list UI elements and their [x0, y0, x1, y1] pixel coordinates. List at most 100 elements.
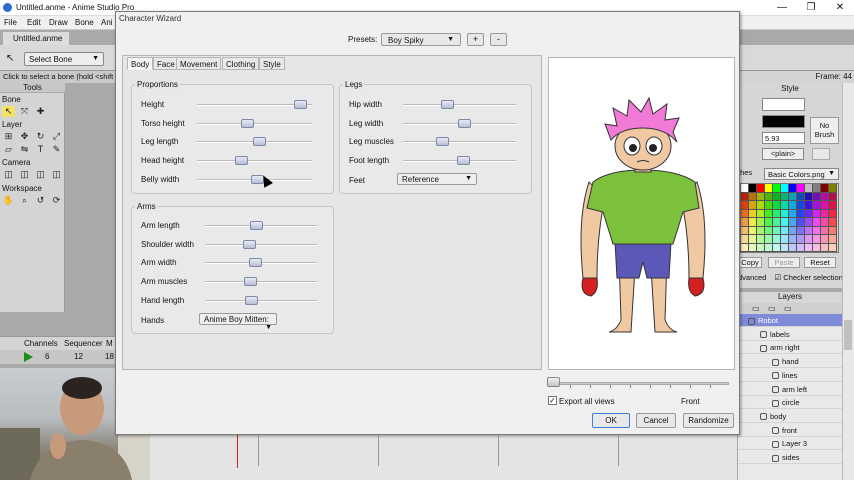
color-swatch[interactable]: [789, 243, 797, 252]
eyedropper-icon[interactable]: ✎: [50, 144, 63, 155]
document-tab[interactable]: Untitled.anme: [2, 31, 70, 45]
color-swatch[interactable]: [821, 218, 829, 227]
arms-slider-track[interactable]: [205, 243, 317, 246]
proportion-slider-thumb[interactable]: [253, 137, 267, 147]
layer-row[interactable]: Layer 3: [738, 437, 842, 451]
color-swatch[interactable]: [765, 235, 773, 244]
advanced-label[interactable]: dvanced: [738, 273, 766, 282]
color-swatch[interactable]: [741, 226, 749, 235]
arms-slider-thumb[interactable]: [242, 239, 256, 249]
color-swatch[interactable]: [813, 201, 821, 210]
view-slider-thumb[interactable]: [547, 377, 560, 387]
tab-movement[interactable]: Movement: [176, 57, 222, 70]
paste-button[interactable]: Paste: [768, 257, 800, 268]
text-tool-icon[interactable]: T: [34, 144, 47, 155]
copy-button[interactable]: Copy: [738, 257, 762, 268]
rotate-layer-icon[interactable]: ↻: [34, 131, 47, 142]
translate-bone-icon[interactable]: ⤧: [18, 106, 31, 117]
color-swatch[interactable]: [821, 235, 829, 244]
layer-row[interactable]: lines: [738, 369, 842, 382]
proportion-slider-track[interactable]: [197, 122, 312, 125]
color-swatch[interactable]: [749, 226, 757, 235]
color-swatch[interactable]: [749, 235, 757, 244]
tab-style[interactable]: Style: [259, 57, 285, 70]
layer-row[interactable]: front: [738, 424, 842, 437]
color-swatch[interactable]: [805, 235, 813, 244]
color-swatch[interactable]: [757, 226, 765, 235]
color-swatch[interactable]: [797, 226, 805, 235]
color-swatch[interactable]: [829, 218, 837, 227]
randomize-button[interactable]: Randomize: [683, 413, 734, 428]
feet-select[interactable]: Reference ▼: [397, 173, 477, 185]
color-swatch[interactable]: [829, 226, 837, 235]
camera-zoom-icon[interactable]: ◫: [18, 169, 31, 180]
scrollbar-thumb[interactable]: [844, 320, 852, 350]
color-swatch[interactable]: [781, 184, 789, 193]
color-swatch[interactable]: [797, 243, 805, 252]
move-layer-icon[interactable]: ✥: [18, 131, 31, 142]
color-swatch[interactable]: [821, 243, 829, 252]
color-swatch[interactable]: [749, 192, 757, 201]
ok-button[interactable]: OK: [592, 413, 630, 428]
color-swatch[interactable]: [765, 201, 773, 210]
add-preset-button[interactable]: +: [467, 33, 484, 46]
menu-file[interactable]: File: [4, 18, 17, 27]
proportion-slider-track[interactable]: [197, 160, 312, 163]
color-swatch[interactable]: [757, 201, 765, 210]
delete-layer-icon[interactable]: ▭: [784, 304, 792, 313]
arms-slider-thumb[interactable]: [244, 295, 258, 305]
color-swatch[interactable]: [757, 243, 765, 252]
layer-row[interactable]: labels: [738, 328, 842, 341]
color-swatch[interactable]: [789, 192, 797, 201]
color-swatch[interactable]: [829, 235, 837, 244]
close-icon[interactable]: ✕: [826, 0, 854, 15]
arms-slider-track[interactable]: [205, 299, 317, 302]
transform-layer-icon[interactable]: ⊞: [2, 131, 15, 142]
layer-row[interactable]: hand: [738, 355, 842, 369]
layer-row[interactable]: Robot: [738, 314, 842, 327]
menu-draw[interactable]: Draw: [49, 18, 68, 27]
color-swatch[interactable]: [789, 201, 797, 210]
arms-slider-thumb[interactable]: [249, 221, 263, 230]
tab-sequencer[interactable]: Sequencer: [64, 339, 103, 348]
color-swatch[interactable]: [813, 184, 821, 193]
add-bone-icon[interactable]: ✚: [34, 106, 47, 117]
color-swatch[interactable]: [797, 235, 805, 244]
color-swatch[interactable]: [765, 226, 773, 235]
color-swatch[interactable]: [741, 243, 749, 252]
color-swatch[interactable]: [773, 226, 781, 235]
panel-scrollbar[interactable]: [842, 83, 854, 480]
zoom-icon[interactable]: ⌕: [18, 195, 31, 206]
menu-bone[interactable]: Bone: [75, 18, 94, 27]
legs-slider-thumb[interactable]: [458, 118, 471, 128]
color-swatch[interactable]: [797, 218, 805, 227]
color-swatch[interactable]: [741, 209, 749, 218]
no-brush-button[interactable]: No Brush: [810, 117, 839, 144]
color-swatch[interactable]: [765, 209, 773, 218]
color-swatch[interactable]: [789, 209, 797, 218]
rotate-view-icon[interactable]: ↺: [34, 195, 47, 206]
proportion-slider-thumb[interactable]: [234, 156, 248, 166]
arms-slider-thumb[interactable]: [248, 258, 262, 268]
export-all-views-checkbox[interactable]: ✓: [548, 396, 557, 405]
color-swatch[interactable]: [813, 226, 821, 235]
color-swatch[interactable]: [765, 184, 773, 193]
shear-layer-icon[interactable]: ▱: [2, 144, 15, 155]
color-swatch[interactable]: [821, 226, 829, 235]
tab-clothing[interactable]: Clothing: [222, 57, 260, 70]
color-swatch[interactable]: [805, 218, 813, 227]
color-swatch[interactable]: [805, 226, 813, 235]
color-swatch[interactable]: [813, 192, 821, 201]
arms-slider-thumb[interactable]: [243, 277, 257, 287]
layer-row[interactable]: body: [738, 410, 842, 423]
proportion-slider-thumb[interactable]: [293, 100, 307, 109]
hands-select[interactable]: Anime Boy Mitten: ▼: [199, 313, 277, 331]
view-slider-track[interactable]: [549, 382, 729, 385]
arms-slider-track[interactable]: [205, 281, 317, 284]
color-swatch[interactable]: [741, 184, 749, 193]
minimize-icon[interactable]: —: [768, 0, 796, 15]
color-swatch[interactable]: [797, 209, 805, 218]
stroke-color-swatch[interactable]: [762, 115, 805, 128]
layer-row[interactable]: arm left: [738, 383, 842, 396]
color-swatch[interactable]: [749, 184, 757, 193]
